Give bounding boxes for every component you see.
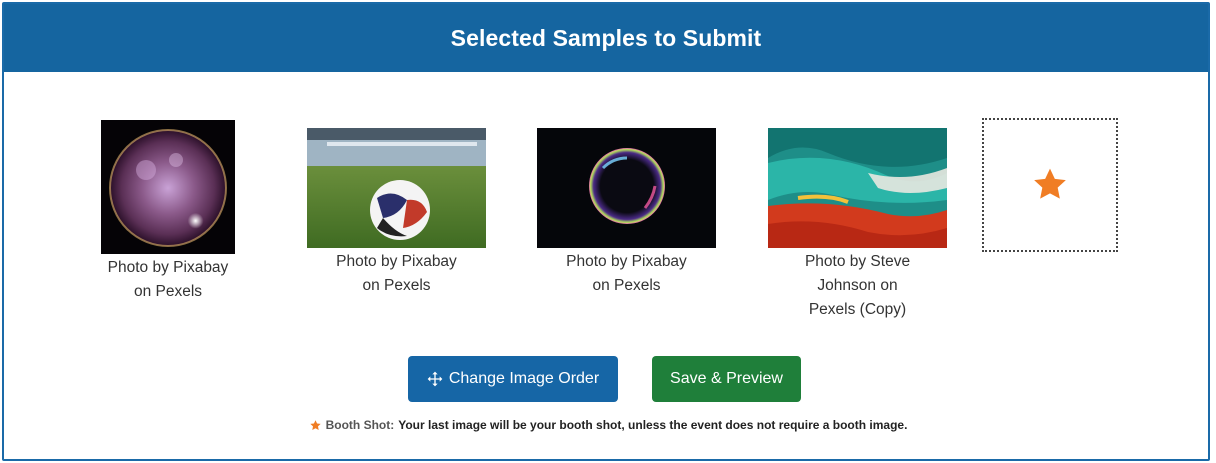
move-arrows-icon (427, 371, 443, 387)
sample-thumbnail-painting[interactable] (768, 128, 947, 248)
booth-shot-label: Booth Shot: (325, 418, 395, 432)
sample-thumbnail-bubble[interactable] (537, 128, 716, 248)
sample-item[interactable]: Photo by Pixabay on Pexels (96, 120, 240, 304)
sample-thumbnail-sun[interactable] (101, 120, 235, 254)
sample-item[interactable]: Photo by Pixabay on Pexels (306, 128, 487, 298)
change-image-order-label: Change Image Order (448, 370, 600, 387)
star-icon (1034, 168, 1066, 199)
booth-shot-text: Your last image will be your booth shot,… (398, 418, 908, 432)
star-icon (309, 419, 321, 430)
action-bar: Change Image Order Save & Preview (0, 356, 1216, 402)
sample-thumbnail-soccer-ball[interactable] (307, 128, 486, 248)
sample-item[interactable]: Photo by Pixabay on Pexels (536, 128, 717, 298)
sample-caption: Photo by Steve Johnson on Pexels (Copy) (804, 253, 911, 318)
sample-caption: Photo by Pixabay on Pexels (566, 253, 687, 294)
save-preview-label: Save & Preview (670, 370, 783, 387)
booth-shot-slot[interactable] (982, 118, 1118, 252)
sample-item[interactable]: Photo by Steve Johnson on Pexels (Copy) (767, 128, 948, 322)
sample-caption: Photo by Pixabay on Pexels (107, 259, 229, 300)
sample-caption: Photo by Pixabay on Pexels (336, 253, 457, 294)
change-image-order-button[interactable]: Change Image Order (408, 356, 618, 402)
booth-shot-note: Booth Shot: Your last image will be your… (0, 418, 1216, 432)
save-preview-button[interactable]: Save & Preview (652, 356, 801, 402)
